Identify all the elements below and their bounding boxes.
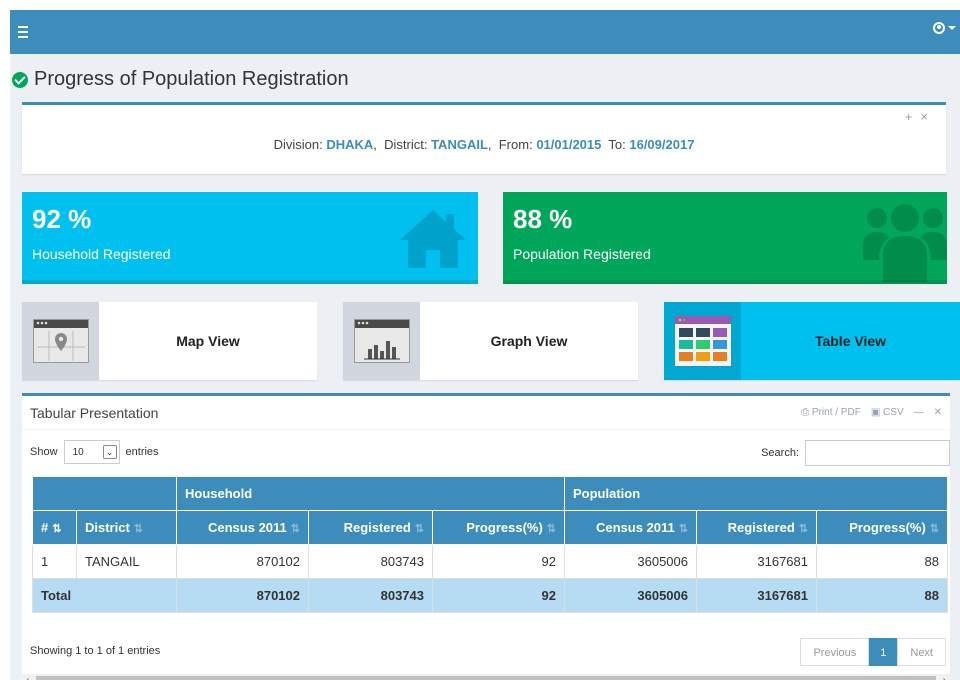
chart-window-icon — [353, 319, 410, 363]
app-frame: Progress of Population Registration +× D… — [10, 10, 960, 680]
col-household-registered[interactable]: Registered ⇅ — [308, 510, 433, 545]
home-icon — [400, 210, 466, 268]
population-stat-box: 88 % Population Registered — [503, 192, 947, 284]
page-size-select[interactable]: 10 ⌄ — [63, 440, 120, 464]
column-header-row: # ⇅ District ⇅ Census 2011 ⇅ Registered ⇅ Pr… — [32, 510, 948, 545]
close-icon[interactable]: ✕ — [934, 407, 942, 418]
map-view-label: Map View — [176, 333, 240, 349]
graph-view-label: Graph View — [490, 333, 568, 349]
scrollbar-thumb[interactable] — [36, 676, 936, 680]
csv-button[interactable]: ▣ CSV — [871, 407, 904, 418]
col-population-registered[interactable]: Registered ⇅ — [696, 510, 817, 545]
sort-icon: ⇅ — [414, 523, 424, 535]
col-population-progress[interactable]: Progress(%) ⇅ — [816, 510, 948, 545]
horizontal-scrollbar[interactable]: ‹ › — [22, 674, 950, 680]
division-value: DHAKA — [326, 137, 374, 152]
search-control: Search: — [761, 440, 950, 466]
pagination: Previous 1 Next — [800, 638, 946, 666]
map-window-icon — [32, 319, 89, 363]
sort-icon: ⇅ — [798, 523, 808, 535]
table-row: 1 TANGAIL 870102 803743 92 3605006 31676… — [32, 544, 948, 579]
population-percent: 88 % — [513, 204, 573, 234]
collapse-icon[interactable]: — — [914, 407, 924, 418]
box-tools: +× — [905, 109, 936, 124]
close-icon[interactable]: × — [920, 109, 936, 124]
user-icon — [933, 22, 945, 34]
tabular-presentation-box: Tabular Presentation ⎙ Print / PDF ▣ CSV… — [22, 393, 950, 680]
menu-toggle-icon[interactable] — [18, 23, 34, 39]
total-row: Total 870102 803743 92 3605006 3167681 8… — [32, 578, 948, 613]
print-pdf-button[interactable]: ⎙ Print / PDF — [801, 407, 861, 418]
box-title: Tabular Presentation — [30, 405, 159, 421]
previous-page-button[interactable]: Previous — [800, 638, 870, 666]
check-circle-icon — [12, 71, 28, 88]
population-label: Population Registered — [513, 246, 651, 262]
col-index[interactable]: # ⇅ — [32, 510, 77, 545]
scroll-left-icon[interactable]: ‹ — [26, 675, 29, 680]
page-title: Progress of Population Registration — [12, 68, 349, 91]
file-icon: ▣ — [870, 407, 881, 418]
printer-icon: ⎙ — [801, 407, 810, 418]
graph-view-button[interactable]: Graph View — [343, 302, 638, 380]
household-group-header: Household — [176, 476, 565, 511]
table-info: Showing 1 to 1 of 1 entries — [30, 645, 161, 657]
page-title-text: Progress of Population Registration — [34, 68, 349, 90]
col-district[interactable]: District ⇅ — [76, 510, 177, 545]
sort-icon: ⇅ — [678, 523, 688, 535]
chevron-down-icon: ⌄ — [102, 445, 117, 459]
page-length-control: Show 10 ⌄ entries — [30, 440, 159, 464]
search-input[interactable] — [805, 440, 950, 466]
sort-icon: ⇅ — [290, 523, 300, 535]
map-view-button[interactable]: Map View — [22, 302, 317, 380]
to-date: 16/09/2017 — [629, 137, 695, 152]
sort-icon: ⇅ — [133, 523, 144, 535]
sort-icon: ⇅ — [929, 523, 939, 535]
sort-icon: ⇅ — [546, 523, 556, 535]
next-page-button[interactable]: Next — [897, 638, 946, 666]
expand-icon[interactable]: + — [905, 109, 921, 124]
col-household-census[interactable]: Census 2011 ⇅ — [176, 510, 309, 545]
district-value: TANGAIL — [431, 137, 488, 152]
household-label: Household Registered — [32, 246, 171, 262]
table-view-button[interactable]: Table View — [664, 302, 960, 380]
col-household-progress[interactable]: Progress(%) ⇅ — [432, 510, 565, 545]
box-header: Tabular Presentation ⎙ Print / PDF ▣ CSV… — [22, 396, 950, 430]
page-1-button[interactable]: 1 — [869, 638, 898, 666]
filter-box: +× Division: DHAKA, District: TANGAIL, F… — [22, 102, 946, 174]
household-stat-box: 92 % Household Registered — [22, 192, 478, 284]
registration-table: Household Population # ⇅ District ⇅ Census… — [32, 476, 948, 613]
col-population-census[interactable]: Census 2011 ⇅ — [564, 510, 697, 545]
top-navbar — [10, 10, 960, 54]
user-menu[interactable] — [933, 22, 956, 34]
group-header-row: Household Population — [32, 476, 948, 511]
household-percent: 92 % — [32, 204, 92, 234]
users-icon — [863, 204, 947, 282]
filter-summary: Division: DHAKA, District: TANGAIL, From… — [273, 137, 695, 152]
sort-asc-icon: ⇅ — [52, 523, 62, 535]
population-group-header: Population — [564, 476, 948, 511]
table-window-icon — [674, 316, 731, 366]
box-actions: ⎙ Print / PDF ▣ CSV — ✕ — [801, 407, 942, 418]
from-date: 01/01/2015 — [536, 137, 602, 152]
caret-down-icon — [948, 26, 956, 30]
table-view-label: Table View — [814, 333, 887, 349]
scroll-right-icon[interactable]: › — [943, 675, 946, 680]
